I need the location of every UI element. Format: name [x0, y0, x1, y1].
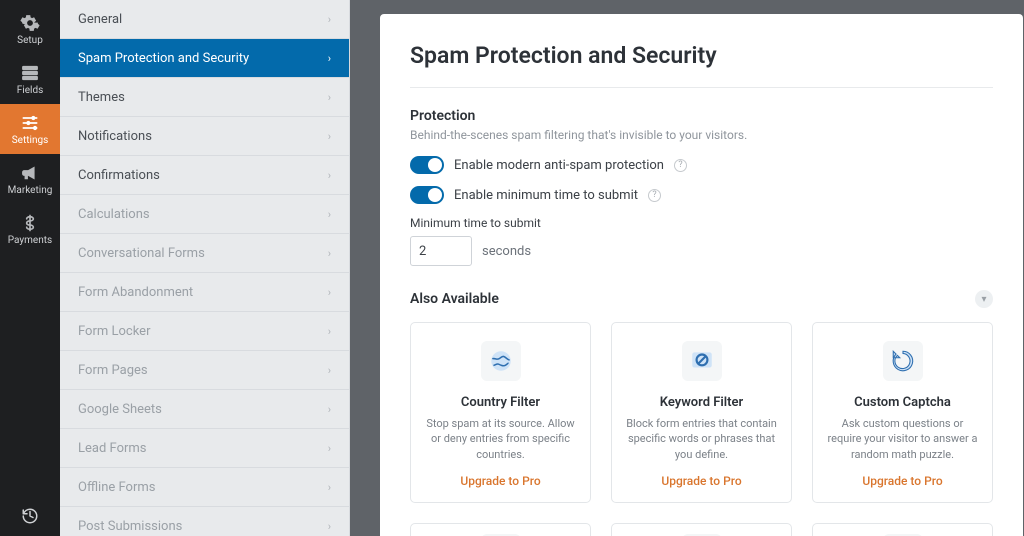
sidebar-item-locker[interactable]: Form Locker › — [60, 312, 349, 351]
rail-label: Fields — [17, 85, 44, 96]
rail-label: Settings — [12, 135, 49, 146]
block-icon — [682, 341, 722, 381]
mintime-label: Minimum time to submit — [410, 216, 993, 230]
card-keyword-filter: Keyword Filter Block form entries that c… — [611, 322, 792, 503]
card-desc: Ask custom questions or require your vis… — [827, 416, 978, 462]
toggle-antispam[interactable] — [410, 156, 444, 174]
toggle-label: Enable minimum time to submit — [454, 188, 638, 203]
card-title: Custom Captcha — [854, 395, 951, 410]
chevron-right-icon: › — [328, 520, 331, 533]
captcha-icon — [883, 341, 923, 381]
sidebar-item-general[interactable]: General › — [60, 0, 349, 39]
sidebar-label: Lead Forms — [78, 441, 147, 456]
card-custom-captcha: Custom Captcha Ask custom questions or r… — [812, 322, 993, 503]
rail-label: Payments — [8, 235, 52, 246]
globe-icon — [481, 341, 521, 381]
sidebar-label: Form Locker — [78, 324, 150, 339]
chevron-right-icon: › — [328, 91, 331, 104]
card-extra-3 — [812, 523, 993, 536]
collapse-button[interactable]: ▾ — [975, 290, 993, 308]
sidebar-label: Spam Protection and Security — [78, 51, 249, 66]
card-desc: Stop spam at its source. Allow or deny e… — [425, 416, 576, 462]
chevron-right-icon: › — [328, 208, 331, 221]
sidebar-label: Form Pages — [78, 363, 148, 378]
rail-settings[interactable]: Settings — [0, 104, 60, 154]
sidebar-item-confirmations[interactable]: Confirmations › — [60, 156, 349, 195]
help-icon[interactable]: ? — [674, 159, 687, 172]
sidebar-item-formpages[interactable]: Form Pages › — [60, 351, 349, 390]
available-heading: Also Available — [410, 291, 499, 307]
upgrade-link[interactable]: Upgrade to Pro — [862, 474, 942, 488]
sidebar-item-themes[interactable]: Themes › — [60, 78, 349, 117]
sidebar-label: Notifications — [78, 129, 152, 144]
history-icon — [21, 507, 39, 525]
rail-fields[interactable]: Fields — [0, 54, 60, 104]
card-extra-1 — [410, 523, 591, 536]
rail-setup[interactable]: Setup — [0, 4, 60, 54]
gear-icon — [20, 13, 40, 33]
chevron-right-icon: › — [328, 403, 331, 416]
page-title: Spam Protection and Security — [410, 42, 993, 69]
bullhorn-icon — [20, 163, 40, 183]
fields-icon — [20, 63, 40, 83]
rail-payments[interactable]: Payments — [0, 204, 60, 254]
toggle-label: Enable modern anti-spam protection — [454, 158, 664, 173]
card-title: Country Filter — [461, 395, 540, 410]
chevron-right-icon: › — [328, 13, 331, 26]
sidebar-item-notifications[interactable]: Notifications › — [60, 117, 349, 156]
upgrade-link[interactable]: Upgrade to Pro — [460, 474, 540, 488]
sidebar-label: Form Abandonment — [78, 285, 193, 300]
card-country-filter: Country Filter Stop spam at its source. … — [410, 322, 591, 503]
sidebar-item-calculations[interactable]: Calculations › — [60, 195, 349, 234]
sidebar-item-conversational[interactable]: Conversational Forms › — [60, 234, 349, 273]
sidebar-label: Themes — [78, 90, 125, 105]
sidebar-item-spam[interactable]: Spam Protection and Security › — [60, 39, 349, 78]
card-desc: Block form entries that contain specific… — [626, 416, 777, 462]
sidebar-label: General — [78, 12, 122, 27]
rail-marketing[interactable]: Marketing — [0, 154, 60, 204]
sliders-icon — [20, 113, 40, 133]
chevron-right-icon: › — [328, 130, 331, 143]
toggle-mintime[interactable] — [410, 186, 444, 204]
protection-heading: Protection — [410, 108, 993, 124]
mintime-input[interactable] — [410, 236, 472, 266]
settings-sidebar: General › Spam Protection and Security › T… — [60, 0, 350, 536]
sidebar-label: Offline Forms — [78, 480, 155, 495]
help-icon[interactable]: ? — [648, 189, 661, 202]
rail-history[interactable] — [0, 496, 60, 536]
chevron-right-icon: › — [328, 247, 331, 260]
main-canvas: Spam Protection and Security Protection … — [350, 0, 1024, 536]
rail-label: Marketing — [8, 185, 53, 196]
sidebar-item-abandonment[interactable]: Form Abandonment › — [60, 273, 349, 312]
sidebar-item-postsub[interactable]: Post Submissions › — [60, 507, 349, 536]
dollar-icon — [20, 213, 40, 233]
chevron-right-icon: › — [328, 364, 331, 377]
mintime-unit: seconds — [482, 244, 531, 259]
sidebar-label: Post Submissions — [78, 519, 182, 534]
sidebar-label: Confirmations — [78, 168, 160, 183]
chevron-right-icon: › — [328, 325, 331, 338]
nav-rail: Setup Fields Settings Marketing Payments — [0, 0, 60, 536]
chevron-right-icon: › — [328, 286, 331, 299]
sidebar-label: Calculations — [78, 207, 150, 222]
sidebar-item-gsheets[interactable]: Google Sheets › — [60, 390, 349, 429]
chevron-right-icon: › — [328, 52, 331, 65]
sidebar-item-leadforms[interactable]: Lead Forms › — [60, 429, 349, 468]
divider — [410, 87, 993, 88]
chevron-right-icon: › — [328, 481, 331, 494]
sidebar-label: Google Sheets — [78, 402, 162, 417]
settings-sheet: Spam Protection and Security Protection … — [380, 14, 1023, 536]
protection-sub: Behind-the-scenes spam filtering that's … — [410, 128, 993, 142]
rail-label: Setup — [17, 35, 43, 46]
upgrade-link[interactable]: Upgrade to Pro — [661, 474, 741, 488]
card-extra-2 — [611, 523, 792, 536]
sidebar-item-offline[interactable]: Offline Forms › — [60, 468, 349, 507]
chevron-right-icon: › — [328, 169, 331, 182]
sidebar-label: Conversational Forms — [78, 246, 205, 261]
chevron-right-icon: › — [328, 442, 331, 455]
card-title: Keyword Filter — [660, 395, 743, 410]
